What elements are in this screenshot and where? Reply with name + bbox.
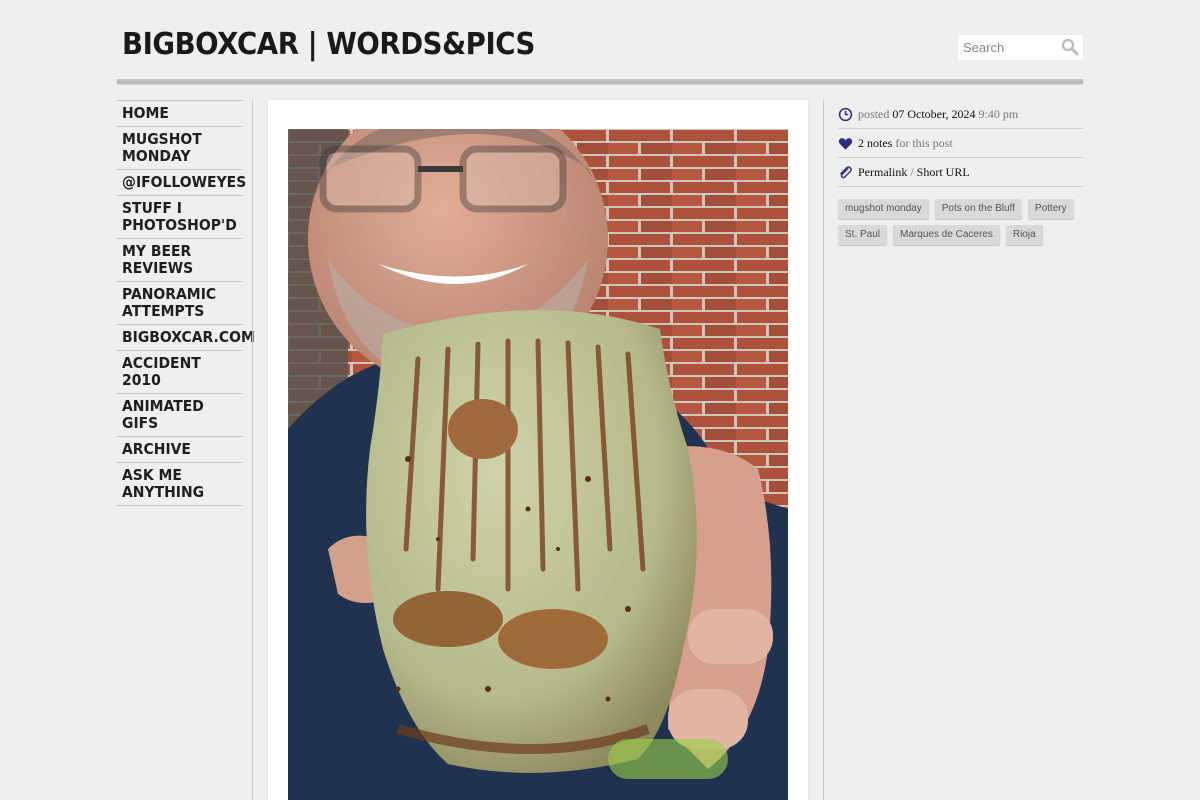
tag-list: mugshot monday Pots on the Bluff Pottery… [838,199,1083,245]
search-input[interactable] [958,36,1058,59]
permalink-link[interactable]: Permalink [858,165,907,180]
post-meta: posted 07 October, 2024 9:40 pm 2 notes … [838,100,1083,245]
nav-item-ifolloweyes[interactable]: @IFOLLOWEYES [117,169,246,195]
tag-mugshot-monday[interactable]: mugshot monday [838,199,929,219]
sidebar-nav: HOME MUGSHOT MONDAY @IFOLLOWEYES STUFF I… [117,100,255,506]
post-card [268,100,808,800]
link-separator: / [910,164,914,179]
nav-item-animated-gifs[interactable]: ANIMATED GIFS [117,393,242,436]
nav-item-accident-2010[interactable]: ACCIDENT 2010 [117,350,242,393]
nav-item-panoramic-attempts[interactable]: PANORAMIC ATTEMPTS [117,281,242,324]
right-column-divider [823,100,824,800]
left-column-divider [252,100,253,800]
notes-row: 2 notes for this post [838,129,1083,158]
tag-st-paul[interactable]: St. Paul [838,225,888,245]
header-divider [117,79,1083,85]
notes-link[interactable]: 2 notes [858,136,892,151]
nav-divider [117,505,242,506]
nav-item-beer-reviews[interactable]: MY BEER REVIEWS [117,238,242,281]
nav-item-ask-me-anything[interactable]: ASK ME ANYTHING [117,462,242,505]
nav-item-archive[interactable]: ARCHIVE [117,436,242,462]
posted-prefix: posted [858,106,890,121]
tag-pottery[interactable]: Pottery [1027,199,1074,219]
tag-marques-de-caceres[interactable]: Marques de Caceres [893,225,1000,245]
nav-item-bigboxcar-com[interactable]: BIGBOXCAR.COM [117,324,255,350]
photo-illustration [288,129,788,800]
links-row: Permalink / Short URL [838,158,1083,187]
clock-icon [838,107,853,121]
tag-rioja[interactable]: Rioja [1005,225,1043,245]
search-icon[interactable] [1061,38,1079,56]
site-title[interactable]: BIGBOXCAR | WORDS&PICS [122,27,535,62]
heart-icon [838,137,853,150]
short-url-link[interactable]: Short URL [917,165,970,180]
nav-item-home[interactable]: HOME [117,100,242,126]
notes-suffix: for this post [895,135,953,150]
paperclip-icon [840,165,852,178]
nav-item-mugshot-monday[interactable]: MUGSHOT MONDAY [117,126,242,169]
post-photo[interactable] [288,129,788,800]
tag-pots-on-the-bluff[interactable]: Pots on the Bluff [934,199,1022,219]
posted-time: 9:40 pm [978,106,1019,121]
posted-date: 07 October, 2024 [892,106,976,121]
search-box[interactable] [958,35,1083,60]
nav-item-stuff-i-photoshopd[interactable]: STUFF I PHOTOSHOP'D [117,195,242,238]
posted-row: posted 07 October, 2024 9:40 pm [838,100,1083,129]
